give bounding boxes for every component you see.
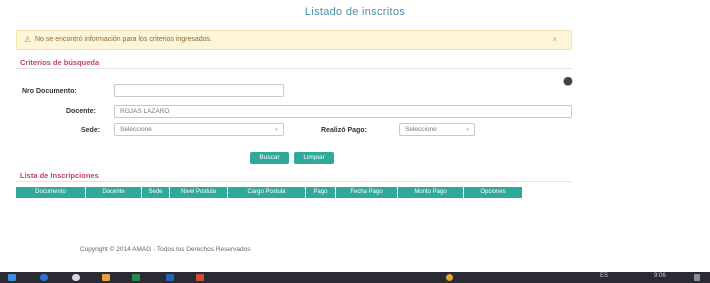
column-header-pago[interactable]: Pago [306, 187, 336, 198]
list-divider [16, 181, 572, 182]
sede-select-value: Seleccione [120, 126, 152, 133]
excel-icon[interactable] [132, 274, 140, 281]
show-desktop-icon[interactable] [694, 274, 700, 281]
page-title: Listado de inscritos [304, 6, 406, 18]
column-header-opciones[interactable]: Opciones [464, 187, 522, 198]
warning-icon: ⚠ [24, 35, 32, 44]
doc-number-label: Nro Documento: [22, 88, 77, 95]
windows-taskbar: ES 9:06 [0, 272, 710, 283]
criteria-heading: Criterios de búsqueda [20, 58, 100, 67]
column-header-fecha-pago[interactable]: Fecha Pago [336, 187, 398, 198]
list-heading: Lista de Inscripciones [20, 171, 99, 180]
alert-close-button[interactable]: × [552, 35, 557, 44]
column-header-documento[interactable]: Documento [16, 187, 86, 198]
chevron-down-icon: ⌄ [273, 126, 279, 132]
docente-label: Docente: [66, 108, 96, 115]
pago-select[interactable]: Seleccione ⌄ [399, 123, 475, 136]
footer-copyright: Copyright © 2014 AMAG - Todos los Derech… [80, 246, 251, 253]
column-header-sede[interactable]: Sede [142, 187, 170, 198]
docente-input[interactable]: ROJAS LAZARO [114, 105, 572, 118]
column-header-docente[interactable]: Docente [86, 187, 142, 198]
chevron-down-icon: ⌄ [464, 126, 470, 132]
pago-select-value: Seleccione [405, 126, 437, 133]
pago-label: Realizó Pago: [321, 127, 367, 134]
clean-button[interactable]: Limpiar [294, 152, 334, 164]
browser-icon[interactable] [40, 274, 48, 281]
alert-message: No se encontró información para los crit… [35, 36, 213, 43]
collapse-icon[interactable]: ⚫ [563, 77, 573, 86]
network-icon[interactable] [446, 274, 453, 281]
word-icon[interactable] [166, 274, 174, 281]
inscriptions-table-header: Documento Docente Sede Nivel Postula Car… [16, 187, 572, 198]
criteria-divider [16, 68, 572, 69]
sede-label: Sede: [81, 127, 101, 134]
column-header-monto-pago[interactable]: Monto Pago [398, 187, 464, 198]
column-header-cargo-postula[interactable]: Cargo Postula [228, 187, 306, 198]
tray-language[interactable]: ES [600, 273, 608, 279]
tray-clock[interactable]: 9:06 [654, 273, 666, 279]
folder-icon[interactable] [102, 274, 110, 281]
no-results-alert: ⚠ No se encontró información para los cr… [16, 30, 572, 50]
start-button-icon[interactable] [8, 274, 16, 281]
chrome-icon[interactable] [72, 274, 80, 281]
column-header-nivel-postula[interactable]: Nivel Postula [170, 187, 228, 198]
sede-select[interactable]: Seleccione ⌄ [114, 123, 284, 136]
app-icon[interactable] [196, 274, 204, 281]
search-button[interactable]: Buscar [250, 152, 289, 164]
doc-number-input[interactable] [114, 84, 284, 97]
